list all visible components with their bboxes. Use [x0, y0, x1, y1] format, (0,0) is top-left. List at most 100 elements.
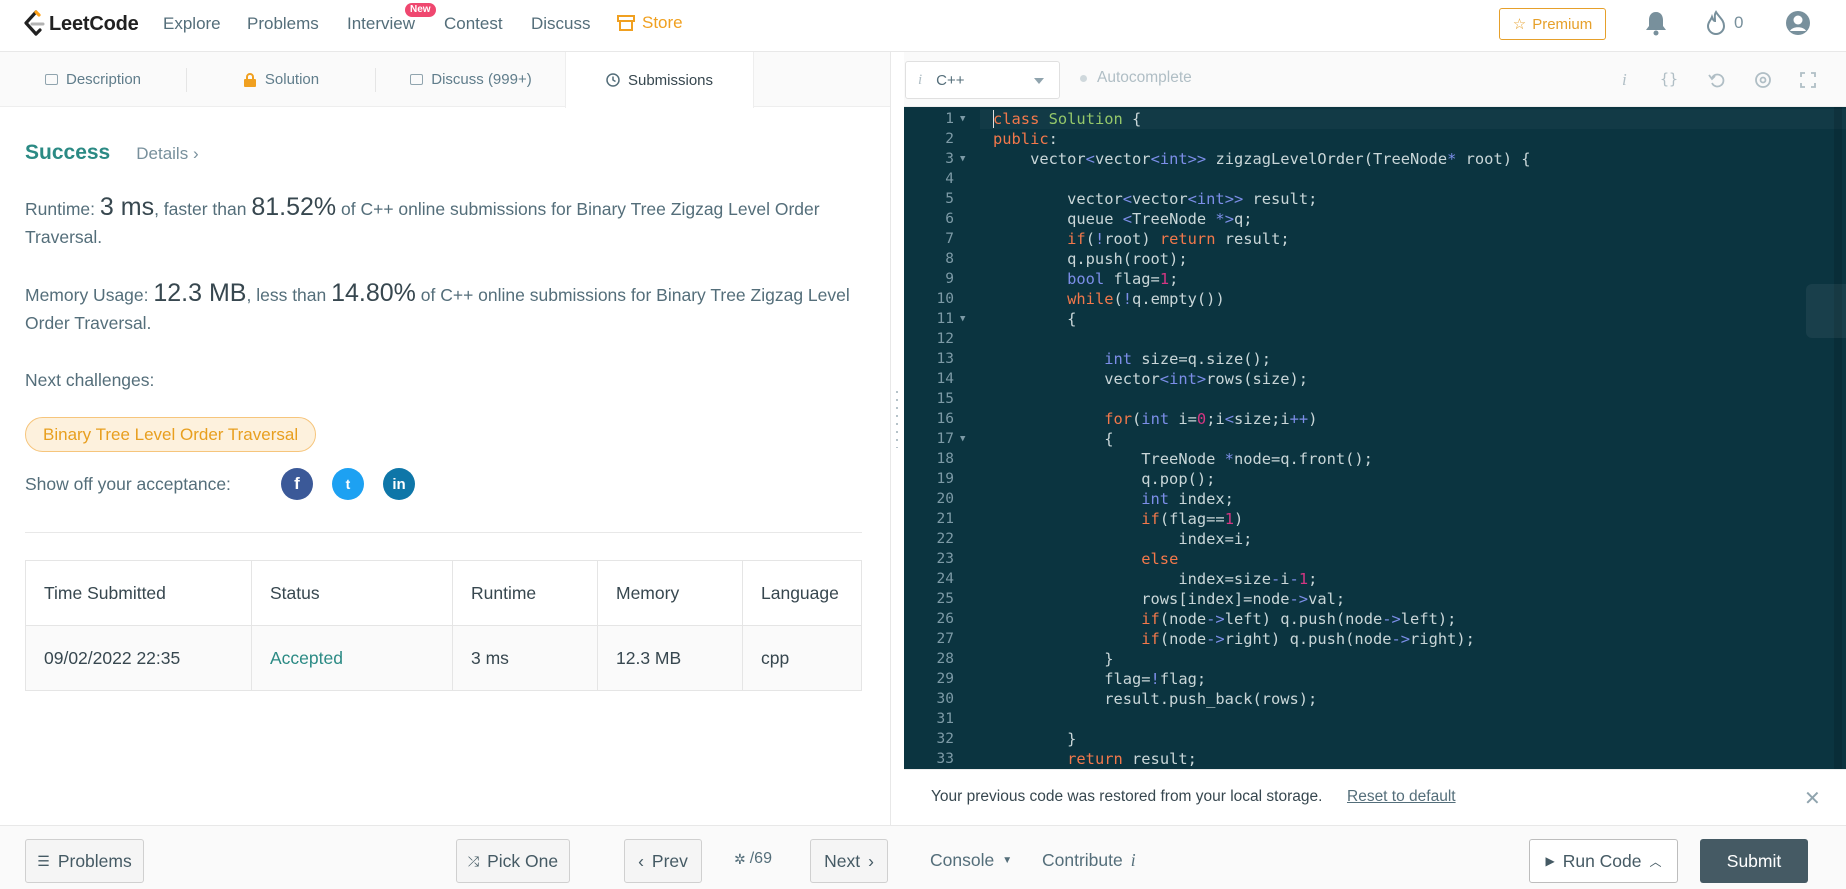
code-line[interactable]: 25 rows[index]=node->val; [904, 589, 1846, 609]
reset-to-default-link[interactable]: Reset to default [1347, 788, 1456, 806]
fold-arrow-icon[interactable]: ▼ [960, 429, 965, 449]
user-avatar-icon[interactable] [1785, 10, 1811, 39]
code-text: return result; [993, 749, 1197, 769]
col-language[interactable]: Language [742, 560, 862, 626]
problems-button[interactable]: ☰ Problems [25, 839, 144, 883]
code-token: { [1122, 110, 1142, 128]
code-line[interactable]: 2 public: [904, 129, 1846, 149]
code-line[interactable]: 27 if(node->right) q.push(node->right); [904, 629, 1846, 649]
submit-button[interactable]: Submit [1700, 839, 1808, 883]
code-line[interactable]: 32 } [904, 729, 1846, 749]
nav-interview[interactable]: Interview [347, 14, 415, 34]
code-line[interactable]: 18 TreeNode *node=q.front(); [904, 449, 1846, 469]
notification-bell-icon[interactable] [1644, 10, 1668, 39]
autocomplete-toggle[interactable]: Autocomplete [1080, 69, 1192, 87]
code-token: right); [1410, 630, 1475, 648]
code-line[interactable]: 26 if(node->left) q.push(node->left); [904, 609, 1846, 629]
code-line[interactable]: 24 index=size-i-1; [904, 569, 1846, 589]
code-line[interactable]: 16 for(int i=0;i<size;i++) [904, 409, 1846, 429]
code-line[interactable]: 3 ▼ vector<vector<int>> zigzagLevelOrder(… [904, 149, 1846, 169]
code-line[interactable]: 11 ▼ { [904, 309, 1846, 329]
code-token: int [1104, 350, 1133, 368]
code-line[interactable]: 33 return result; [904, 749, 1846, 769]
reset-icon[interactable] [1708, 72, 1726, 88]
col-runtime[interactable]: Runtime [452, 560, 598, 626]
cell-status-accepted[interactable]: Accepted [251, 625, 453, 691]
tab-solution[interactable]: Solution [188, 52, 374, 107]
code-token: 0 [1196, 410, 1207, 428]
code-line[interactable]: 13 int size=q.size(); [904, 349, 1846, 369]
chevron-right-icon: › [868, 850, 874, 871]
editor-scrollbar[interactable] [1834, 107, 1842, 769]
code-line[interactable]: 4 [904, 169, 1846, 189]
code-token: if [1141, 510, 1160, 528]
fold-arrow-icon[interactable]: ▼ [960, 309, 965, 329]
nav-problems[interactable]: Problems [247, 14, 319, 34]
nav-discuss[interactable]: Discuss [531, 14, 591, 34]
code-line[interactable]: 15 [904, 389, 1846, 409]
details-link[interactable]: Details › [136, 144, 198, 164]
twitter-share-icon[interactable]: t [332, 468, 364, 500]
fold-arrow-icon[interactable]: ▼ [960, 109, 965, 129]
close-icon[interactable]: ✕ [1804, 789, 1821, 809]
nav-store[interactable]: Store [617, 13, 683, 33]
info-icon[interactable]: i [1622, 70, 1627, 90]
code-text: flag=!flag; [993, 669, 1206, 689]
language-select[interactable]: i C++ [905, 61, 1060, 99]
code-line[interactable]: 30 result.push_back(rows); [904, 689, 1846, 709]
code-token: -> [1206, 610, 1225, 628]
code-line[interactable]: 22 index=i; [904, 529, 1846, 549]
code-line[interactable]: 10 while(!q.empty()) [904, 289, 1846, 309]
tab-discuss[interactable]: Discuss (999+) [377, 52, 565, 107]
col-status[interactable]: Status [251, 560, 453, 626]
tab-description[interactable]: Description [0, 52, 186, 107]
pick-one-button[interactable]: ⤮ Pick One [456, 839, 570, 883]
code-line[interactable]: 23 else [904, 549, 1846, 569]
copy-code-icon[interactable] [1806, 284, 1846, 338]
code-token: zigzagLevelOrder(TreeNode [1206, 150, 1448, 168]
challenge-tag[interactable]: Binary Tree Level Order Traversal [25, 417, 317, 452]
contribute-link[interactable]: Contribute i [1042, 850, 1136, 871]
cell-memory: 12.3 MB [597, 625, 743, 691]
code-line[interactable]: 1 ▼ class Solution { [904, 109, 1846, 129]
next-button[interactable]: Next › [810, 839, 888, 883]
premium-button[interactable]: ☆ Premium [1499, 8, 1606, 40]
leetcode-logo[interactable]: LeetCode [22, 9, 139, 39]
code-line[interactable]: 28 } [904, 649, 1846, 669]
prev-button[interactable]: ‹ Prev [624, 839, 702, 883]
code-line[interactable]: 8 q.push(root); [904, 249, 1846, 269]
runtime-summary: Runtime: 3 ms, faster than 81.52% of C++… [25, 193, 855, 251]
nav-contest[interactable]: Contest [444, 14, 503, 34]
linkedin-share-icon[interactable]: in [383, 468, 415, 500]
code-editor[interactable]: 1 ▼ class Solution {2 public: 3 ▼ vector<vect… [904, 107, 1846, 769]
code-line[interactable]: 5 vector<vector<int>> result; [904, 189, 1846, 209]
code-line[interactable]: 19 q.pop(); [904, 469, 1846, 489]
nav-explore[interactable]: Explore [163, 14, 221, 34]
code-line[interactable]: 6 queue <TreeNode *>q; [904, 209, 1846, 229]
code-line[interactable]: 9 bool flag=1; [904, 269, 1846, 289]
col-memory[interactable]: Memory [597, 560, 743, 626]
drag-handle-icon[interactable] [896, 388, 898, 448]
code-line[interactable]: 21 if(flag==1) [904, 509, 1846, 529]
fullscreen-icon[interactable] [1800, 72, 1816, 88]
code-text: class Solution { [993, 109, 1141, 129]
problem-counter[interactable]: ✲ /69 [734, 850, 772, 868]
streak-counter[interactable]: 0 [1706, 10, 1743, 36]
code-token: ; [1308, 570, 1318, 588]
tab-submissions[interactable]: Submissions [565, 52, 754, 108]
chevron-up-icon: ︿ [1649, 854, 1662, 869]
fold-arrow-icon[interactable]: ▼ [960, 149, 965, 169]
code-line[interactable]: 12 [904, 329, 1846, 349]
code-line[interactable]: 29 flag=!flag; [904, 669, 1846, 689]
code-line[interactable]: 31 [904, 709, 1846, 729]
facebook-share-icon[interactable]: f [281, 468, 313, 500]
code-line[interactable]: 7 if(!root) return result; [904, 229, 1846, 249]
format-code-icon[interactable]: {} [1660, 70, 1678, 88]
console-toggle[interactable]: Console ▼ [930, 850, 1012, 871]
code-line[interactable]: 14 vector<int>rows(size); [904, 369, 1846, 389]
code-line[interactable]: 17 ▼ { [904, 429, 1846, 449]
col-time-submitted[interactable]: Time Submitted [25, 560, 252, 626]
code-line[interactable]: 20 int index; [904, 489, 1846, 509]
run-code-button[interactable]: ▶ Run Code ︿ [1529, 839, 1678, 883]
settings-gear-icon[interactable] [1754, 71, 1772, 89]
